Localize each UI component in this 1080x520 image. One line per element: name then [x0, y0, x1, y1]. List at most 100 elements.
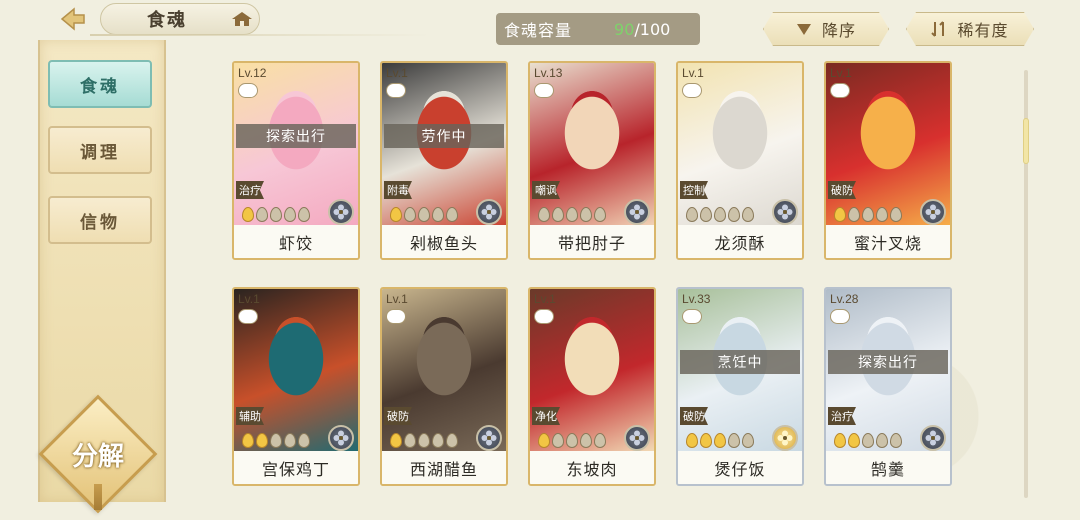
role-tag: 嘲讽 — [532, 181, 560, 199]
speech-bubble-icon — [386, 309, 406, 324]
capacity-display: 食魂容量 90 /100 — [496, 13, 700, 45]
card-level: Lv.13 — [534, 66, 563, 80]
star-icon — [566, 207, 578, 222]
star-icon — [432, 433, 444, 448]
star-icon — [552, 433, 564, 448]
role-tag: 治疗 — [828, 407, 856, 425]
food-soul-card[interactable]: Lv.1 净化 东坡肉 — [528, 287, 656, 486]
star-icon — [890, 433, 902, 448]
star-icon — [742, 433, 754, 448]
element-badge-icon — [476, 199, 502, 225]
food-soul-card[interactable]: Lv.13 嘲讽 带把肘子 — [528, 61, 656, 260]
sort-arrows-icon — [931, 20, 947, 38]
food-soul-card[interactable]: Lv.1 辅助 宫保鸡丁 — [232, 287, 360, 486]
tassel-ornament — [94, 484, 102, 510]
card-status-banner: 劳作中 — [384, 124, 504, 148]
star-icon — [390, 207, 402, 222]
sidebar-item-food-soul[interactable]: 食魂 — [48, 60, 152, 108]
role-tag: 净化 — [532, 407, 560, 425]
role-tag: 辅助 — [236, 407, 264, 425]
star-icon — [834, 207, 846, 222]
card-status-banner: 探索出行 — [236, 124, 356, 148]
element-badge-icon — [624, 199, 650, 225]
star-icon — [714, 207, 726, 222]
sidebar-item-conditioning[interactable]: 调理 — [48, 126, 152, 174]
star-rating — [538, 433, 606, 448]
card-level: Lv.1 — [238, 292, 260, 306]
card-name: 龙须酥 — [678, 225, 802, 258]
star-icon — [686, 433, 698, 448]
card-status-banner: 探索出行 — [828, 350, 948, 374]
star-icon — [580, 207, 592, 222]
food-soul-card[interactable]: Lv.1 劳作中 附毒 剁椒鱼头 — [380, 61, 508, 260]
star-rating — [834, 207, 902, 222]
star-icon — [876, 207, 888, 222]
scrollbar-thumb[interactable] — [1023, 118, 1029, 164]
food-soul-card[interactable]: Lv.33 烹饪中 破防 煲仔饭 — [676, 287, 804, 486]
food-soul-card[interactable]: Lv.12 探索出行 治疗 虾饺 — [232, 61, 360, 260]
card-status-banner: 烹饪中 — [680, 350, 800, 374]
capacity-current: 90 — [614, 19, 635, 39]
speech-bubble-icon — [682, 309, 702, 324]
star-icon — [834, 433, 846, 448]
role-tag: 破防 — [828, 181, 856, 199]
star-rating — [686, 207, 754, 222]
speech-bubble-icon — [830, 309, 850, 324]
element-badge-icon — [920, 425, 946, 451]
star-icon — [742, 207, 754, 222]
speech-bubble-icon — [830, 83, 850, 98]
star-rating — [242, 433, 310, 448]
star-icon — [256, 207, 268, 222]
back-button[interactable] — [56, 4, 90, 34]
star-icon — [580, 433, 592, 448]
star-rating — [686, 433, 754, 448]
star-icon — [566, 433, 578, 448]
house-icon[interactable] — [231, 10, 253, 28]
star-icon — [432, 207, 444, 222]
card-name: 蜜汁叉烧 — [826, 225, 950, 258]
star-icon — [242, 433, 254, 448]
food-soul-card[interactable]: Lv.1 破防 蜜汁叉烧 — [824, 61, 952, 260]
card-name: 虾饺 — [234, 225, 358, 258]
star-rating — [390, 207, 458, 222]
card-level: Lv.1 — [386, 66, 408, 80]
role-tag: 破防 — [384, 407, 412, 425]
star-icon — [404, 433, 416, 448]
star-icon — [404, 207, 416, 222]
back-arrow-icon — [60, 7, 85, 31]
sort-order-button[interactable]: 降序 — [763, 12, 889, 46]
speech-bubble-icon — [386, 83, 406, 98]
card-name: 煲仔饭 — [678, 451, 802, 484]
star-icon — [418, 433, 430, 448]
star-icon — [728, 207, 740, 222]
card-level: Lv.33 — [682, 292, 711, 306]
star-icon — [594, 207, 606, 222]
sidebar-item-tokens[interactable]: 信物 — [48, 196, 152, 244]
speech-bubble-icon — [534, 309, 554, 324]
element-badge-icon — [772, 425, 798, 451]
sort-order-label: 降序 — [821, 21, 856, 40]
sort-rarity-button[interactable]: 稀有度 — [906, 12, 1034, 46]
star-icon — [876, 433, 888, 448]
food-soul-card[interactable]: Lv.28 探索出行 治疗 鹄羹 — [824, 287, 952, 486]
star-icon — [284, 207, 296, 222]
speech-bubble-icon — [682, 83, 702, 98]
star-rating — [538, 207, 606, 222]
star-icon — [298, 207, 310, 222]
star-icon — [552, 207, 564, 222]
card-level: Lv.1 — [682, 66, 704, 80]
speech-bubble-icon — [238, 83, 258, 98]
food-soul-card[interactable]: Lv.1 控制龙须酥 — [676, 61, 804, 260]
star-icon — [242, 207, 254, 222]
title-divider — [90, 34, 430, 36]
card-name: 东坡肉 — [530, 451, 654, 484]
star-icon — [538, 207, 550, 222]
triangle-down-icon — [796, 22, 812, 36]
star-icon — [594, 433, 606, 448]
element-badge-icon — [328, 199, 354, 225]
star-icon — [284, 433, 296, 448]
element-badge-icon — [920, 199, 946, 225]
role-tag: 控制 — [680, 181, 708, 199]
role-tag: 治疗 — [236, 181, 264, 199]
food-soul-card[interactable]: Lv.1 破防 西湖醋鱼 — [380, 287, 508, 486]
